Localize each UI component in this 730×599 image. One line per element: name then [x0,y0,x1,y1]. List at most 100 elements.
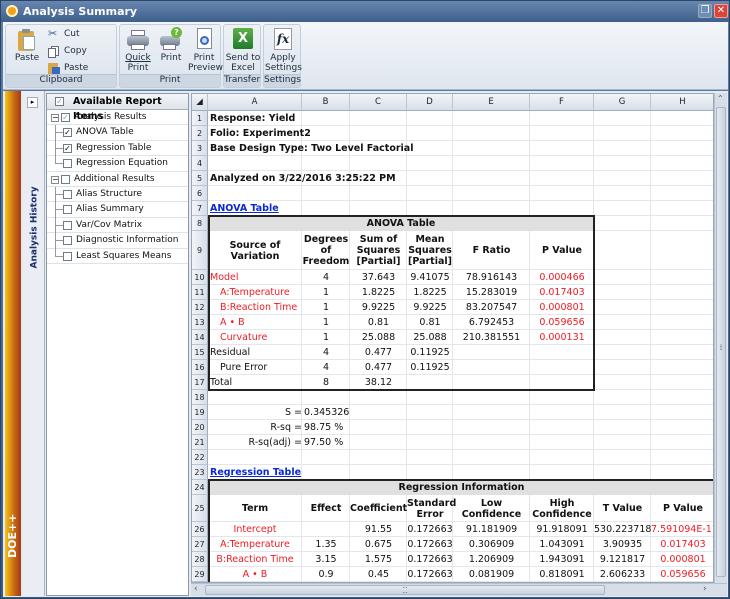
item-checkbox[interactable] [63,205,72,215]
anova-source: Pure Error [220,362,268,373]
vertical-scroll-thumb[interactable]: ⁞ [716,107,726,577]
regression-table-link[interactable]: Regression Table [210,465,301,480]
column-header[interactable]: G [594,94,651,111]
tree-group[interactable]: − ✓ Analysis Results [47,110,188,126]
paste-icon [15,27,39,51]
vertical-scrollbar[interactable]: ⌃ ⁞ [714,93,727,583]
tree-group[interactable]: − Additional Results [47,172,188,187]
collapse-icon[interactable]: − [51,114,59,122]
row-header[interactable]: 20 [192,420,208,435]
send-excel-label-2: Excel [231,63,255,73]
regression-coef: 91.55 [364,524,393,535]
horizontal-scrollbar[interactable]: ‹ ⁚⁚ › [191,583,727,596]
row-header[interactable]: 17 [192,375,208,390]
row-header[interactable]: 10 [192,270,208,285]
item-checkbox[interactable] [63,159,72,169]
row-header[interactable]: 21 [192,435,208,450]
row-header[interactable]: 4 [192,156,208,171]
quick-print-button[interactable]: Quick Print [122,27,154,73]
analysis-history-panel[interactable]: ▸ Analysis History [23,91,45,596]
tree-item[interactable]: Least Squares Means [47,248,188,264]
row-header[interactable]: 27 [192,537,208,552]
row-header[interactable]: 7 [192,201,208,216]
row-header[interactable]: 6 [192,186,208,201]
row-header[interactable]: 19 [192,405,208,420]
column-header[interactable]: F [530,94,594,111]
tree-item[interactable]: Regression Equation [47,156,188,172]
row-header[interactable]: 29 [192,567,208,582]
regression-t: 2.606233 [599,569,646,580]
anova-f-ratio: 83.207547 [465,302,518,313]
regression-se: 0.172663 [407,524,453,535]
item-checkbox[interactable] [63,251,72,261]
column-header[interactable]: C [350,94,407,111]
group-checkbox[interactable] [61,174,70,184]
tree-item[interactable]: Alias Summary [47,202,188,219]
cut-button[interactable]: ✂ Cut [48,27,80,42]
anova-p-value [530,345,594,360]
regression-high: 91.918091 [536,524,588,535]
row-header[interactable]: 3 [192,141,208,156]
tree-item[interactable]: Var/Cov Matrix [47,217,188,234]
scroll-up-icon[interactable]: ⌃ [717,94,724,103]
paste-button[interactable]: Paste [10,27,44,63]
send-to-excel-button[interactable]: X Send to Excel [225,27,261,73]
row-header[interactable]: 24 [192,480,208,495]
row-header[interactable]: 1 [192,111,208,126]
tree-item[interactable]: Alias Structure [47,186,188,203]
column-header[interactable]: A [208,94,302,111]
apply-settings-button[interactable]: fx Apply Settings [265,27,302,73]
column-header[interactable]: B [302,94,350,111]
column-header[interactable]: D [407,94,453,111]
row-header[interactable]: 2 [192,126,208,141]
expand-history-button[interactable]: ▸ [27,97,38,108]
item-checkbox[interactable] [63,220,72,230]
row-header[interactable]: 14 [192,330,208,345]
row-header[interactable]: 5 [192,171,208,186]
regression-effect [302,522,350,537]
scroll-left-icon[interactable]: ‹ [194,584,198,594]
print-preview-button[interactable]: Print Preview [188,27,223,73]
tree-item[interactable]: ✓ ANOVA Table [47,125,188,142]
row-header[interactable]: 23 [192,465,208,480]
maximize-button[interactable]: ❐ [698,4,712,18]
collapse-icon[interactable]: − [51,175,59,184]
row-header[interactable]: 22 [192,450,208,465]
close-button[interactable]: ✕ [714,4,728,18]
row-header[interactable]: 12 [192,300,208,315]
item-checkbox[interactable]: ✓ [63,128,72,138]
anova-column-header: Mean Squares [Partial] [408,234,452,267]
print-button[interactable]: ? Print [156,27,186,63]
anova-ms: 1.8225 [413,287,447,298]
tree-item-label: Regression Table [76,142,152,153]
printer-icon [126,27,150,51]
row-header[interactable]: 11 [192,285,208,300]
print-preview-label-1: Print [193,53,215,63]
row-header[interactable]: 15 [192,345,208,360]
scroll-right-icon[interactable]: › [703,584,707,594]
group-checkbox[interactable]: ✓ [61,113,70,122]
apply-settings-label-1: Apply [270,53,296,63]
row-header[interactable]: 9 [192,231,208,270]
row-header[interactable]: 25 [192,495,208,522]
item-checkbox[interactable]: ✓ [63,143,72,153]
select-all-corner[interactable]: ◢ [192,94,208,111]
tree-item[interactable]: Diagnostic Information [47,233,188,250]
column-header[interactable]: E [453,94,530,111]
column-header[interactable]: H [651,94,713,111]
row-header[interactable]: 13 [192,315,208,330]
item-checkbox[interactable] [63,189,72,199]
row-header[interactable]: 28 [192,552,208,567]
item-checkbox[interactable] [63,236,72,246]
anova-df: 1 [322,302,330,313]
anova-table-link[interactable]: ANOVA Table [210,201,279,216]
row-header[interactable]: 18 [192,390,208,405]
row-header[interactable]: 26 [192,522,208,537]
row-header[interactable]: 16 [192,360,208,375]
clipboard-group: Paste ✂ Cut Copy Paste Special Clipboard [5,24,117,88]
row-header[interactable]: 8 [192,216,208,231]
tree-item[interactable]: ✓ Regression Table [47,140,188,157]
copy-button[interactable]: Copy [48,44,87,59]
horizontal-scroll-thumb[interactable]: ⁚⁚ [205,585,605,595]
select-all-checkbox[interactable]: ✓ [55,97,64,106]
